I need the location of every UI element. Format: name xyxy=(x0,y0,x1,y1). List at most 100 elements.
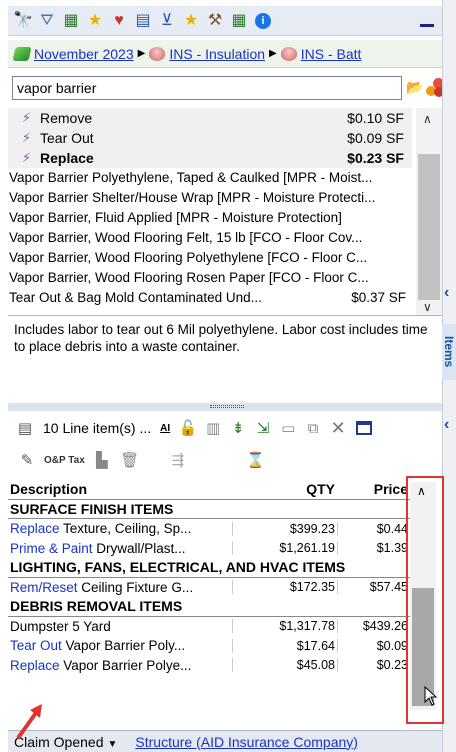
scroll-down-icon[interactable]: ∨ xyxy=(423,300,432,314)
table-row[interactable]: Tear Out Vapor Barrier Poly... $17.64 $0.0… xyxy=(8,636,410,656)
table-header: Description QTY Price xyxy=(8,480,410,500)
row-qty: $17.64 xyxy=(232,638,337,653)
list-item[interactable]: Vapor Barrier, Wood Flooring Felt, 15 lb… xyxy=(8,228,412,248)
hammer-icon[interactable]: ⚒ xyxy=(204,10,226,32)
filter-icon[interactable]: ⛛ xyxy=(36,10,58,32)
annotation-arrow-icon xyxy=(16,704,42,740)
col-qty[interactable]: QTY xyxy=(232,481,337,497)
image-icon[interactable]: ▦ xyxy=(60,10,82,32)
mouse-cursor-icon xyxy=(424,686,438,706)
breadcrumb-price-list[interactable]: November 2023 xyxy=(34,46,134,62)
section-title: DEBRIS REMOVAL ITEMS xyxy=(10,598,183,615)
scrollbar-thumb[interactable] xyxy=(418,154,440,300)
search-input[interactable] xyxy=(12,76,402,100)
insert-icon[interactable]: ⇲ xyxy=(252,417,274,439)
list-item[interactable]: Vapor Barrier Shelter/House Wrap [MPR - … xyxy=(8,188,412,208)
row-description: Rem/Reset Ceiling Fixture G... xyxy=(8,580,232,595)
row-item-name: Drywall/Plast... xyxy=(92,540,186,556)
op-tax-button[interactable]: O&P Tax xyxy=(44,455,85,466)
row-qty: $1,261.19 xyxy=(232,541,337,556)
operation-label: Remove xyxy=(40,110,93,126)
clipboard-icon[interactable]: ▭ xyxy=(277,417,299,439)
col-price[interactable]: Price xyxy=(337,481,410,497)
calendar-icon[interactable]: ▦ xyxy=(228,10,250,32)
lightning-icon: ⚡ xyxy=(22,130,32,145)
lock-icon[interactable]: 🔓 xyxy=(177,417,199,439)
grid-icon[interactable]: ▤ xyxy=(132,10,154,32)
row-qty: $172.35 xyxy=(232,580,337,595)
status-bar: Claim Opened ▼ Structure (AID Insurance C… xyxy=(8,730,442,752)
lightning-icon: ⚡ xyxy=(22,110,32,125)
operation-price: $0.23 SF xyxy=(324,148,412,168)
trash-icon[interactable]: 🗑 xyxy=(119,449,141,471)
operation-price: $0.10 SF xyxy=(324,108,412,128)
operation-row-tear-out[interactable]: ⚡ Tear Out $0.09 SF xyxy=(8,128,412,148)
row-qty: $1,317.78 xyxy=(232,619,337,634)
row-description: Tear Out Vapor Barrier Poly... xyxy=(8,638,232,653)
operation-row-replace[interactable]: ⚡ Replace $0.23 SF xyxy=(8,148,412,168)
category-icon xyxy=(149,46,166,61)
search-results-list: ⚡ Remove $0.10 SF ⚡ Tear Out $0.09 SF ⚡ Rep… xyxy=(8,108,442,316)
top-toolbar: 🔭 ⛛ ▦ ★ ♥ ▤ ⊻ ★ ⚒ ▦ i xyxy=(8,6,442,36)
list-item[interactable]: Vapor Barrier Polyethylene, Taped & Caul… xyxy=(8,168,412,188)
col-description[interactable]: Description xyxy=(8,481,232,497)
line-item-count: 10 Line item(s) ... xyxy=(43,420,152,436)
table-row[interactable]: Replace Vapor Barrier Polye... $45.08 $0.2… xyxy=(8,656,410,676)
cabinet-icon[interactable]: ▥ xyxy=(202,417,224,439)
tab-items-label: Items xyxy=(442,336,456,368)
delete-icon[interactable]: ✕ xyxy=(327,417,349,439)
copy-icon[interactable]: ⧉ xyxy=(302,417,324,439)
ai-button[interactable]: AI xyxy=(160,423,170,434)
pane-splitter[interactable] xyxy=(8,403,442,411)
add-line-icon[interactable]: ⇟ xyxy=(227,417,249,439)
binoculars-icon[interactable]: 🔭 xyxy=(12,10,34,32)
table-row[interactable]: Prime & Paint Drywall/Plast... $1,261.19 $… xyxy=(8,539,410,559)
tab-items[interactable]: Items xyxy=(442,324,456,380)
cart-icon[interactable]: ⊻ xyxy=(156,10,178,32)
structure-link[interactable]: Structure (AID Insurance Company) xyxy=(135,734,358,750)
maximize-button[interactable] xyxy=(356,421,373,435)
row-qty: $399.23 xyxy=(232,521,337,536)
row-price: $0.23 xyxy=(337,658,410,673)
table-row[interactable]: Dumpster 5 Yard $1,317.78 $439.26 xyxy=(8,617,410,637)
row-operation: Replace xyxy=(10,657,60,673)
table-row[interactable]: Replace Texture, Ceiling, Sp... $399.23 $0… xyxy=(8,519,410,539)
open-folder-icon[interactable]: 📂 xyxy=(406,79,424,97)
collapse-left-icon[interactable]: ‹ xyxy=(444,416,449,434)
row-item-name: Texture, Ceiling, Sp... xyxy=(59,521,192,537)
pencil-icon[interactable]: ✎ xyxy=(16,449,38,471)
operation-row-remove[interactable]: ⚡ Remove $0.10 SF xyxy=(8,108,412,128)
section-row[interactable]: DEBRIS REMOVAL ITEMS xyxy=(8,597,410,617)
breadcrumb: November 2023 ▶ INS - Insulation ▶ INS -… xyxy=(8,40,442,68)
row-description: Replace Texture, Ceiling, Sp... xyxy=(8,521,232,536)
list-item[interactable]: Tear Out & Bag Mold Contaminated Und... … xyxy=(8,288,412,308)
heart-star-icon[interactable]: ♥ xyxy=(108,10,130,32)
hourglass-icon[interactable]: ⌛ xyxy=(245,449,267,471)
table-row[interactable]: Rem/Reset Ceiling Fixture G... $172.35 $57… xyxy=(8,578,410,598)
scroll-up-icon[interactable]: ∧ xyxy=(423,112,432,126)
star-icon[interactable]: ★ xyxy=(84,10,106,32)
minimize-button[interactable] xyxy=(420,24,434,27)
section-row[interactable]: SURFACE FINISH ITEMS xyxy=(8,500,410,519)
price-list-icon xyxy=(12,46,32,61)
row-item-name: Dumpster 5 Yard xyxy=(10,618,111,634)
row-operation: Prime & Paint xyxy=(10,540,93,556)
info-icon[interactable]: i xyxy=(252,10,274,32)
line-items-toolbar: ▤ 10 Line item(s) ... AI 🔓 ▥ ⇟ ⇲ ▭ ⧉ ✕ xyxy=(8,412,442,444)
star-icon[interactable]: ★ xyxy=(180,10,202,32)
line-items-panel: 🔭 ⛛ ▦ ★ ♥ ▤ ⊻ ★ ⚒ ▦ i November 2023 ▶ IN… xyxy=(0,0,456,752)
collapse-left-icon[interactable]: ‹ xyxy=(444,284,449,302)
row-item-name: Ceiling Fixture G... xyxy=(77,579,194,595)
indent-icon[interactable]: ⇶ xyxy=(167,449,189,471)
operation-price: $0.09 SF xyxy=(324,128,412,148)
list-item[interactable]: Vapor Barrier, Fluid Applied [MPR - Mois… xyxy=(8,208,412,228)
breadcrumb-subcategory[interactable]: INS - Batt xyxy=(301,46,362,62)
row-description: Dumpster 5 Yard xyxy=(8,619,232,634)
list-item[interactable]: Vapor Barrier, Wood Flooring Rosen Paper… xyxy=(8,268,412,288)
breadcrumb-category[interactable]: INS - Insulation xyxy=(169,46,265,62)
section-row[interactable]: LIGHTING, FANS, ELECTRICAL, AND HVAC ITE… xyxy=(8,558,410,578)
stamp-icon[interactable]: ▙ xyxy=(91,449,113,471)
list-item[interactable]: Vapor Barrier, Wood Flooring Polyethylen… xyxy=(8,248,412,268)
results-scrollbar[interactable]: ∧ ∨ xyxy=(416,108,442,315)
line-items-table: Description QTY Price SURFACE FINISH ITE… xyxy=(8,480,442,708)
